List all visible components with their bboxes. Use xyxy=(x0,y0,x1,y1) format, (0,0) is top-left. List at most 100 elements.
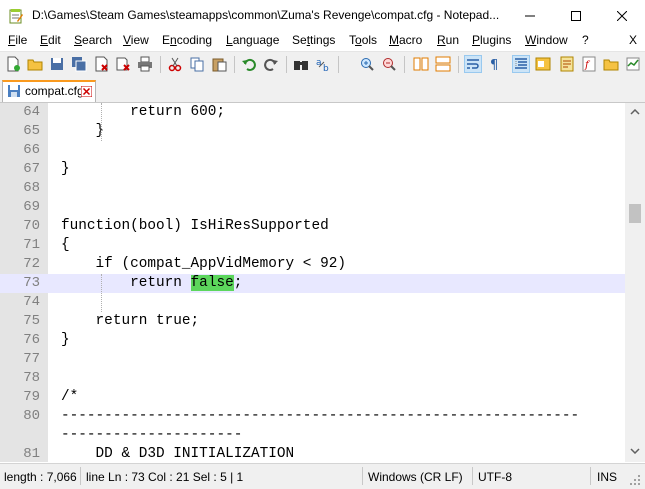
status-insert-mode[interactable]: INS xyxy=(597,470,617,484)
save-all-icon xyxy=(72,57,87,72)
cut-button[interactable] xyxy=(166,55,184,73)
copy-button[interactable] xyxy=(188,55,206,73)
monitoring-button[interactable] xyxy=(624,55,642,73)
indent-guide-button[interactable] xyxy=(512,55,530,73)
close-file-button[interactable] xyxy=(92,55,110,73)
status-position: line Ln : 73 Col : 21 Sel : 5 | 1 xyxy=(86,470,244,484)
current-line[interactable]: 73 return false; xyxy=(0,274,625,293)
scroll-down-arrow-icon[interactable] xyxy=(630,448,640,454)
line-code: return true; xyxy=(61,313,200,329)
code-line[interactable]: 69 xyxy=(0,198,625,217)
editor-area[interactable]: 64 return 600; 65 } 66 67} 68 69 70 function(bo… xyxy=(0,103,625,462)
line-number: 64 xyxy=(23,104,40,120)
code-line[interactable]: 72 if (compat_AppVidMemory < 92) xyxy=(0,255,625,274)
menu-help[interactable]: ? xyxy=(582,33,589,47)
code-line[interactable]: 81 DD & D3D INITIALIZATION xyxy=(0,445,625,462)
find-button[interactable] xyxy=(292,55,310,73)
code-line[interactable]: --------------------- xyxy=(0,426,625,445)
code-line[interactable]: 70 function(bool) IsHiResSupported xyxy=(0,217,625,236)
menu-tools[interactable]: Tools xyxy=(349,33,377,47)
show-all-chars-button[interactable]: ¶ xyxy=(486,55,504,73)
smart-highlight: false xyxy=(190,275,234,291)
print-button[interactable] xyxy=(136,55,154,73)
tab-compat-cfg[interactable]: compat.cfg xyxy=(2,80,96,102)
menu-bar: File Edit Search View Encoding Language Settin… xyxy=(0,32,645,51)
menu-close-document[interactable]: X xyxy=(629,33,637,47)
sync-horizontal-icon xyxy=(435,56,451,72)
line-code: return false; xyxy=(61,274,242,293)
close-button[interactable] xyxy=(599,0,645,32)
menu-window[interactable]: Window xyxy=(525,33,568,47)
menu-encoding[interactable]: Encoding xyxy=(162,33,212,47)
code-line[interactable]: 79 /* xyxy=(0,388,625,407)
sync-vertical-button[interactable] xyxy=(412,55,430,73)
line-code: function(bool) IsHiResSupported xyxy=(61,218,329,234)
status-eol[interactable]: Windows (CR LF) xyxy=(368,470,463,484)
word-wrap-button[interactable] xyxy=(464,55,482,73)
zoom-in-button[interactable] xyxy=(358,55,376,73)
code-line[interactable]: 74 xyxy=(0,293,625,312)
doc-map-button[interactable] xyxy=(558,55,576,73)
cut-icon xyxy=(168,57,182,72)
folder-workspace-button[interactable] xyxy=(602,55,620,73)
sync-horizontal-button[interactable] xyxy=(434,55,452,73)
line-code: return 600; xyxy=(61,104,226,120)
code-line[interactable]: 65 } xyxy=(0,122,625,141)
code-line[interactable]: 68 xyxy=(0,179,625,198)
menu-settings[interactable]: Settings xyxy=(292,33,335,47)
line-code: } xyxy=(61,123,105,139)
paste-button[interactable] xyxy=(210,55,228,73)
open-file-button[interactable] xyxy=(26,55,44,73)
code-line[interactable]: 76} xyxy=(0,331,625,350)
binoculars-icon xyxy=(294,61,308,70)
code-line[interactable]: 66 xyxy=(0,141,625,160)
code-line[interactable]: 78 xyxy=(0,369,625,388)
menu-view[interactable]: View xyxy=(123,33,149,47)
sync-vertical-icon xyxy=(413,57,429,71)
indent-guide xyxy=(101,103,102,141)
menu-plugins[interactable]: Plugins xyxy=(472,33,511,47)
zoom-out-button[interactable] xyxy=(380,55,398,73)
close-all-button[interactable] xyxy=(114,55,132,73)
menu-search[interactable]: Search xyxy=(74,33,112,47)
close-file-icon xyxy=(95,56,108,72)
redo-icon xyxy=(264,58,278,71)
line-number: 78 xyxy=(23,370,40,386)
scrollbar-thumb[interactable] xyxy=(629,204,641,223)
status-encoding[interactable]: UTF-8 xyxy=(478,470,512,484)
replace-button[interactable]: ab xyxy=(314,55,332,73)
minimize-icon xyxy=(525,15,535,17)
line-number: 75 xyxy=(23,313,40,329)
minimize-button[interactable] xyxy=(507,0,553,32)
menu-language[interactable]: Language xyxy=(226,33,279,47)
function-list-icon: f xyxy=(582,56,596,72)
new-file-button[interactable] xyxy=(4,55,22,73)
line-number: 69 xyxy=(23,199,40,215)
redo-button[interactable] xyxy=(262,55,280,73)
code-line[interactable]: 64 return 600; xyxy=(0,103,625,122)
folder-workspace-icon xyxy=(603,59,619,71)
vertical-scrollbar[interactable] xyxy=(625,103,645,462)
code-line[interactable]: 71 { xyxy=(0,236,625,255)
function-list-button[interactable]: f xyxy=(580,55,598,73)
code-line[interactable]: 80 --------------------------------------… xyxy=(0,407,625,426)
print-icon xyxy=(138,56,152,72)
code-line[interactable]: 67} xyxy=(0,160,625,179)
menu-edit[interactable]: Edit xyxy=(40,33,61,47)
menu-run[interactable]: Run xyxy=(437,33,459,47)
line-code: { xyxy=(61,237,70,253)
save-all-button[interactable] xyxy=(70,55,88,73)
udl-button[interactable] xyxy=(534,55,552,73)
resize-grip-icon[interactable] xyxy=(629,474,641,486)
scroll-up-arrow-icon[interactable] xyxy=(630,109,640,115)
svg-text:¶: ¶ xyxy=(490,58,498,72)
maximize-button[interactable] xyxy=(553,0,599,32)
menu-macro[interactable]: Macro xyxy=(389,33,422,47)
tab-close-icon[interactable] xyxy=(81,86,92,97)
save-button[interactable] xyxy=(48,55,66,73)
undo-button[interactable] xyxy=(240,55,258,73)
notepad-plus-plus-icon xyxy=(9,9,23,24)
code-line[interactable]: 75 return true; xyxy=(0,312,625,331)
menu-file[interactable]: File xyxy=(8,33,27,47)
code-line[interactable]: 77 xyxy=(0,350,625,369)
